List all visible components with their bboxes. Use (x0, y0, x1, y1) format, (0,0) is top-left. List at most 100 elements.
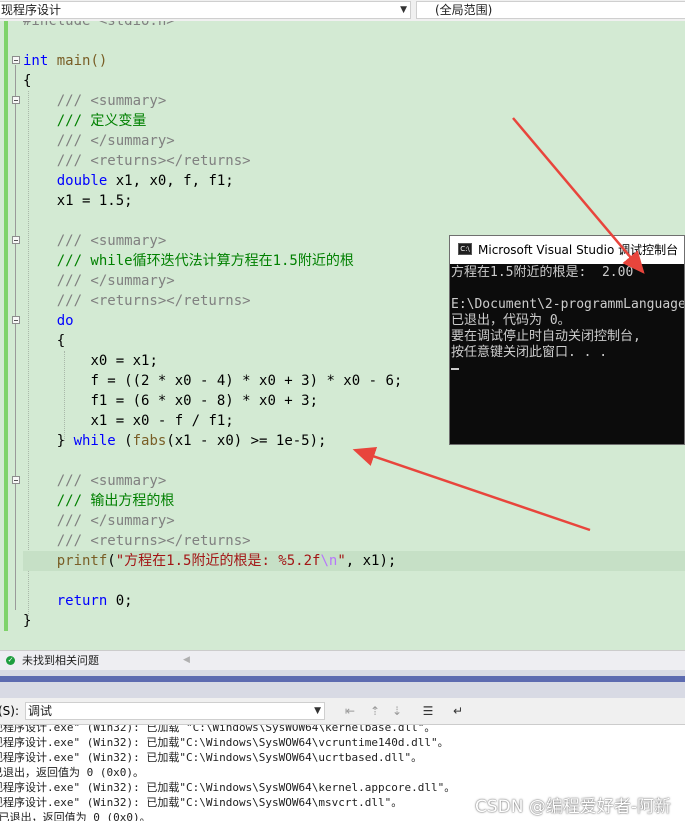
include-text: #include <stdio.h> (23, 21, 175, 29)
output-line: 现程序设计.exe" (Win32): 已加载"C:\Windows\SysWO… (0, 751, 423, 764)
code-line-stmt1: x0 = x1; (23, 351, 158, 371)
code-line-doc3-returns: /// <returns></returns> (23, 531, 251, 551)
keyword-int: int (23, 53, 49, 69)
printf-rest: , x1); (345, 553, 397, 569)
statement: f1 = (6 * x0 - 8) * x0 + 3; (90, 393, 319, 409)
code-line-brace-open: { (23, 71, 31, 91)
code-line-doc1-returns: /// <returns></returns> (23, 151, 251, 171)
statement: x0 = x1; (90, 353, 158, 369)
issues-status[interactable]: 未找到相关问题 (22, 651, 99, 670)
decl-rest: x1, x0, f, f1; (107, 173, 234, 189)
inner-brace-open: { (56, 333, 66, 349)
change-tracking-bar (4, 21, 8, 631)
fold-line (15, 65, 16, 610)
code-line-doc3-open: /// <summary> (23, 471, 167, 491)
output-line: 现程序设计.exe" (Win32): 已加载 "C:\Windows\SysW… (0, 725, 436, 734)
keyword-double: double (56, 173, 108, 189)
console-line: 已退出，代码为 0。 (451, 313, 571, 328)
output-toolbar: (S): 调试 ▼ ⇤ ⇡ ⇣ ☰ ↵ (0, 698, 685, 725)
scope-combo[interactable]: (全局范围) (416, 1, 685, 19)
console-line: 按任意键关闭此窗口. . . (451, 345, 608, 360)
return-rest: 0; (107, 593, 133, 609)
code-line-inner-brace: { (23, 331, 65, 351)
output-source-select[interactable]: 调试 ▼ (25, 702, 325, 720)
doc-comment: /// <returns></returns> (56, 293, 251, 309)
code-line-doc2-open: /// <summary> (23, 231, 167, 251)
code-line-doc2-returns: /// <returns></returns> (23, 291, 251, 311)
code-line-decl: double x1, x0, f, f1; (23, 171, 234, 191)
fold-toggle-doc2[interactable] (12, 236, 20, 244)
console-line: E:\Document\2-programmLanguage (451, 297, 684, 312)
clear-all-icon[interactable]: ☰ (420, 703, 436, 719)
panel-splitter[interactable] (0, 670, 685, 698)
project-combo[interactable]: 现程序设计 ▼ (0, 1, 411, 19)
code-line-printf-current: printf("方程在1.5附近的根是: %5.2f\n", x1); (23, 551, 685, 571)
printf-string-end: " (337, 553, 346, 569)
doc-comment: /// </summary> (56, 513, 175, 529)
doc-comment: /// <summary> (56, 233, 167, 249)
doc-comment: /// </summary> (56, 133, 175, 149)
code-line-stmt2: f = ((2 * x0 - 4) * x0 + 3) * x0 - 6; (23, 371, 402, 391)
console-line: 方程在1.5附近的根是: 2.00 (451, 265, 634, 280)
console-title: Microsoft Visual Studio 调试控制台 (478, 243, 679, 257)
code-line-doc2-text: /// while循环迭代法计算方程在1.5附近的根 (23, 251, 354, 271)
output-line: 现程序设计.exe" (Win32): 已加载"C:\Windows\SysWO… (0, 796, 403, 809)
chevron-down-icon: ▼ (400, 5, 407, 15)
doc-comment: /// 定义变量 (56, 113, 147, 129)
output-line: 已退出，返回值为 0 (0x0)。 (0, 811, 151, 821)
editor-status-bar: ✓ 未找到相关问题 ◀ (0, 650, 685, 671)
console-app-icon: C:\ (458, 243, 472, 255)
fold-toggle-doc3[interactable] (12, 476, 20, 484)
doc-comment: /// 输出方程的根 (56, 493, 175, 509)
assign-x1: x1 = 1.5; (56, 193, 133, 209)
code-line-do: do (23, 311, 74, 331)
doc-comment: /// <returns></returns> (56, 533, 251, 549)
code-line-stmt4: x1 = x0 - f / f1; (23, 411, 234, 431)
console-cursor (451, 367, 459, 370)
keyword-do: do (56, 313, 74, 329)
output-line: 现程序设计.exe" (Win32): 已加载"C:\Windows\SysWO… (0, 736, 449, 749)
console-output: 方程在1.5附近的根是: 2.00 E:\Document\2-programmL… (450, 264, 684, 377)
console-title-bar[interactable]: C:\ Microsoft Visual Studio 调试控制台 (450, 236, 684, 264)
next-message-icon[interactable]: ⇣ (389, 703, 405, 719)
statement: f = ((2 * x0 - 4) * x0 + 3) * x0 - 6; (90, 373, 403, 389)
fold-toggle-do[interactable] (12, 316, 20, 324)
code-line-include: #include <stdio.h> (23, 21, 175, 31)
output-line: 已退出，返回值为 0 (0x0)。 (0, 766, 144, 779)
code-line-brace-close: } (23, 611, 31, 631)
code-line-main: int main() (23, 51, 107, 71)
printf-open: ( (107, 553, 116, 569)
code-line-assign: x1 = 1.5; (23, 191, 133, 211)
main-signature: main() (56, 53, 108, 69)
console-line: 要在调试停止时自动关闭控制台, (451, 329, 641, 344)
fold-toggle-main[interactable] (12, 56, 20, 64)
output-line: 现程序设计.exe" (Win32): 已加载"C:\Windows\SysWO… (0, 781, 456, 794)
project-combo-value: 现程序设计 (1, 3, 62, 17)
printf-call: printf (56, 553, 108, 569)
code-line-stmt3: f1 = (6 * x0 - 8) * x0 + 3; (23, 391, 318, 411)
code-line-doc3-text: /// 输出方程的根 (23, 491, 175, 511)
chevron-down-icon: ▼ (314, 706, 321, 716)
output-source-value: 调试 (28, 704, 53, 718)
doc-comment: /// while循环迭代法计算方程在1.5附近的根 (56, 253, 354, 269)
fold-toggle-doc1[interactable] (12, 96, 20, 104)
find-message-icon[interactable]: ⇤ (342, 703, 358, 719)
keyword-while: while (73, 433, 116, 449)
output-source-label: (S): (0, 704, 20, 718)
code-line-doc1-text: /// 定义变量 (23, 111, 147, 131)
statement: x1 = x0 - f / f1; (90, 413, 234, 429)
code-line-while: } while (fabs(x1 - x0) >= 1e-5); (23, 431, 327, 451)
debug-console-window[interactable]: C:\ Microsoft Visual Studio 调试控制台 方程在1.5… (449, 235, 685, 445)
doc-comment: /// <returns></returns> (56, 153, 251, 169)
code-line-doc3-close: /// </summary> (23, 511, 175, 531)
printf-format-string: "方程在1.5附近的根是: %5.2f (115, 553, 321, 569)
brace-open: { (23, 73, 32, 89)
scope-combo-value: (全局范围) (435, 3, 493, 17)
brace-close: } (23, 613, 32, 629)
keyword-return: return (56, 593, 108, 609)
word-wrap-icon[interactable]: ↵ (450, 703, 466, 719)
doc-comment: /// <summary> (56, 93, 167, 109)
scroll-left-icon[interactable]: ◀ (183, 651, 190, 670)
fabs-call: fabs (132, 433, 167, 449)
previous-message-icon[interactable]: ⇡ (367, 703, 383, 719)
